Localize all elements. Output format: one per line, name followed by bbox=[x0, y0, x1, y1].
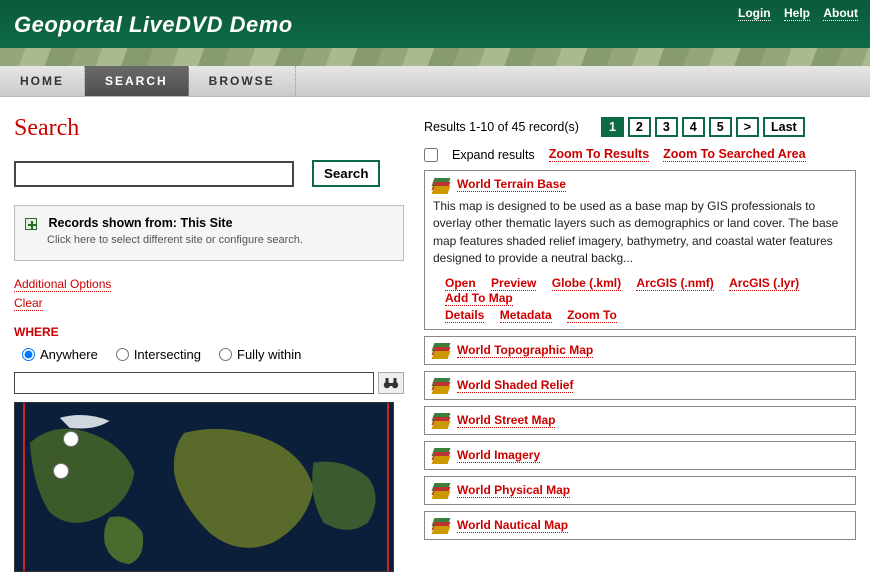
layer-stack-icon bbox=[433, 483, 449, 497]
expand-icon bbox=[25, 218, 37, 230]
layer-stack-icon bbox=[433, 413, 449, 427]
locate-input[interactable] bbox=[14, 372, 374, 394]
binoculars-icon bbox=[383, 377, 399, 389]
result-description: This map is designed to be used as a bas… bbox=[433, 198, 845, 268]
locate-button[interactable] bbox=[378, 372, 404, 394]
layer-stack-icon bbox=[433, 378, 449, 392]
layer-stack-icon bbox=[433, 178, 449, 192]
layer-stack-icon bbox=[433, 518, 449, 532]
page-1[interactable]: 1 bbox=[601, 117, 624, 137]
results-summary: Results 1-10 of 45 record(s) bbox=[424, 120, 579, 134]
result-title-link[interactable]: World Nautical Map bbox=[457, 518, 568, 533]
nav-home[interactable]: HOME bbox=[0, 66, 85, 96]
action-details[interactable]: Details bbox=[445, 308, 484, 323]
search-button[interactable]: Search bbox=[312, 160, 380, 187]
layer-stack-icon bbox=[433, 343, 449, 357]
zoom-to-searched-link[interactable]: Zoom To Searched Area bbox=[663, 147, 805, 162]
help-link[interactable]: Help bbox=[784, 6, 810, 21]
result-card-featured: World Terrain Base This map is designed … bbox=[424, 170, 856, 330]
clear-link[interactable]: Clear bbox=[14, 296, 43, 311]
action-arcgis-nmf[interactable]: ArcGIS (.nmf) bbox=[636, 276, 713, 291]
zoom-to-results-link[interactable]: Zoom To Results bbox=[549, 147, 649, 162]
map-preview[interactable] bbox=[14, 402, 394, 572]
about-link[interactable]: About bbox=[823, 6, 858, 21]
result-card: World Street Map bbox=[424, 406, 856, 435]
expand-results-label: Expand results bbox=[452, 148, 535, 162]
result-card: World Physical Map bbox=[424, 476, 856, 505]
map-extent-left bbox=[23, 403, 25, 571]
result-title-link[interactable]: World Street Map bbox=[457, 413, 555, 428]
pager: 1 2 3 4 5 > Last bbox=[601, 117, 805, 137]
action-metadata[interactable]: Metadata bbox=[500, 308, 552, 323]
where-label: WHERE bbox=[14, 325, 404, 339]
result-card: World Topographic Map bbox=[424, 336, 856, 365]
app-header: Geoportal LiveDVD Demo Login Help About bbox=[0, 0, 870, 48]
nav-browse[interactable]: BROWSE bbox=[189, 66, 296, 96]
result-card: World Shaded Relief bbox=[424, 371, 856, 400]
action-zoom-to[interactable]: Zoom To bbox=[567, 308, 617, 323]
page-last[interactable]: Last bbox=[763, 117, 805, 137]
records-panel[interactable]: Records shown from: This Site Click here… bbox=[14, 205, 404, 261]
terrain-banner bbox=[0, 48, 870, 66]
radio-fully-within[interactable]: Fully within bbox=[219, 347, 301, 362]
result-title-link[interactable]: World Terrain Base bbox=[457, 177, 566, 192]
result-actions: Open Preview Globe (.kml) ArcGIS (.nmf) … bbox=[445, 276, 845, 323]
page-3[interactable]: 3 bbox=[655, 117, 678, 137]
map-extent-right bbox=[387, 403, 389, 571]
page-4[interactable]: 4 bbox=[682, 117, 705, 137]
zoom-in-icon[interactable] bbox=[63, 431, 79, 447]
login-link[interactable]: Login bbox=[738, 6, 771, 21]
zoom-out-icon[interactable] bbox=[53, 463, 69, 479]
result-title-link[interactable]: World Physical Map bbox=[457, 483, 570, 498]
search-input[interactable] bbox=[14, 161, 294, 187]
result-card: World Nautical Map bbox=[424, 511, 856, 540]
action-add-to-map[interactable]: Add To Map bbox=[445, 291, 513, 306]
page-title: Search bbox=[14, 115, 404, 142]
result-title-link[interactable]: World Imagery bbox=[457, 448, 540, 463]
nav-search[interactable]: SEARCH bbox=[85, 66, 189, 96]
page-5[interactable]: 5 bbox=[709, 117, 732, 137]
action-arcgis-lyr[interactable]: ArcGIS (.lyr) bbox=[729, 276, 799, 291]
records-title: Records shown from: This Site bbox=[48, 216, 232, 230]
result-card: World Imagery bbox=[424, 441, 856, 470]
result-title-link[interactable]: World Shaded Relief bbox=[457, 378, 573, 393]
layer-stack-icon bbox=[433, 448, 449, 462]
world-map-icon bbox=[15, 403, 393, 572]
expand-results-checkbox[interactable] bbox=[424, 148, 438, 162]
result-title-link[interactable]: World Topographic Map bbox=[457, 343, 593, 358]
main-nav: HOME SEARCH BROWSE bbox=[0, 66, 870, 97]
radio-intersecting[interactable]: Intersecting bbox=[116, 347, 201, 362]
radio-anywhere[interactable]: Anywhere bbox=[22, 347, 98, 362]
records-subtitle: Click here to select different site or c… bbox=[47, 234, 393, 246]
where-radio-group: Anywhere Intersecting Fully within bbox=[22, 347, 404, 362]
page-2[interactable]: 2 bbox=[628, 117, 651, 137]
additional-options-link[interactable]: Additional Options bbox=[14, 277, 111, 292]
top-links: Login Help About bbox=[728, 6, 858, 20]
action-globe-kml[interactable]: Globe (.kml) bbox=[552, 276, 621, 291]
action-open[interactable]: Open bbox=[445, 276, 476, 291]
page-next[interactable]: > bbox=[736, 117, 759, 137]
action-preview[interactable]: Preview bbox=[491, 276, 536, 291]
